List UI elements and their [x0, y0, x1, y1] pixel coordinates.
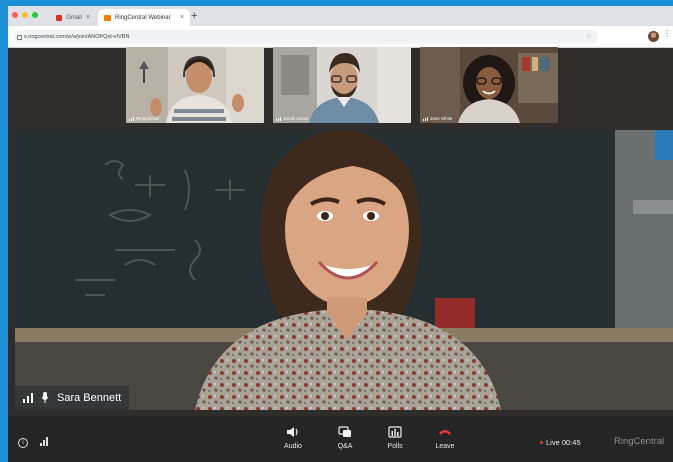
signal-icon	[423, 116, 428, 121]
info-icon[interactable]: i	[18, 438, 28, 448]
participant-label: Jacob Jones	[276, 116, 308, 121]
connection-signal-icon[interactable]	[40, 437, 48, 446]
bookmark-star-icon[interactable]: ☆	[586, 30, 592, 44]
signal-strength-icon	[23, 393, 33, 403]
gmail-icon	[56, 14, 63, 21]
close-tab-icon[interactable]: ×	[180, 14, 184, 21]
participant-tile[interactable]: Jane White	[420, 47, 558, 123]
participant-name: Jacob Jones	[283, 116, 309, 121]
tab-label: Gmail	[66, 14, 82, 21]
polls-button[interactable]: Polls	[377, 424, 413, 450]
url-text: s.ringcentral.com/w/a/join/ANOPQst-eIVBN	[24, 34, 130, 40]
audio-button[interactable]: Audio	[275, 424, 311, 450]
speaker-name: Sara Bennett	[57, 392, 122, 404]
participant-tile[interactable]: Ringcentral	[126, 47, 264, 123]
meeting-toolbar: i Audio Q&A Polls Leave Live 00:45 RingC…	[8, 416, 673, 462]
participant-video	[420, 47, 558, 123]
url-field[interactable]: s.ringcentral.com/w/a/join/ANOPQst-eIVBN…	[14, 30, 598, 44]
tab-label: RingCentral Webinar	[115, 14, 171, 21]
close-tab-icon[interactable]: ×	[86, 14, 90, 21]
leave-button[interactable]: Leave	[427, 424, 463, 450]
address-bar: s.ringcentral.com/w/a/join/ANOPQst-eIVBN…	[8, 26, 673, 48]
browser-window: Gmail × RingCentral Webinar × + s.ringce…	[8, 6, 673, 462]
browser-menu-icon[interactable]: ⋮	[663, 29, 671, 38]
signal-icon	[276, 116, 281, 121]
live-timer-text: Live 00:45	[546, 438, 581, 447]
participant-label: Ringcentral	[129, 116, 159, 121]
window-controls	[12, 12, 38, 18]
brand-logo: RingCentral	[614, 436, 665, 447]
close-window-button[interactable]	[12, 12, 18, 18]
leave-label: Leave	[435, 443, 455, 450]
qa-button[interactable]: Q&A	[327, 424, 363, 450]
qa-icon	[327, 424, 363, 440]
audio-label: Audio	[284, 443, 302, 450]
live-timer: Live 00:45	[540, 438, 581, 447]
tab-ringcentral-webinar[interactable]: RingCentral Webinar ×	[98, 9, 190, 26]
qa-label: Q&A	[337, 443, 353, 450]
microphone-icon	[41, 392, 49, 403]
speaker-name-tag: Sara Bennett	[15, 386, 130, 410]
speaker-icon	[275, 424, 311, 440]
hang-up-icon	[427, 424, 463, 440]
new-tab-button[interactable]: +	[191, 9, 197, 23]
tab-bar: Gmail × RingCentral Webinar × +	[8, 6, 673, 26]
lock-icon	[17, 35, 22, 40]
participant-name: Jane White	[430, 116, 453, 121]
speaker-video-frame	[15, 130, 673, 410]
maximize-window-button[interactable]	[32, 12, 38, 18]
ringcentral-icon	[104, 14, 111, 21]
main-speaker-video[interactable]: Sara Bennett	[15, 130, 673, 410]
polls-icon	[377, 424, 413, 440]
participant-tile[interactable]: Jacob Jones	[273, 47, 411, 123]
profile-avatar[interactable]	[648, 31, 659, 42]
participant-label: Jane White	[423, 116, 453, 121]
polls-label: Polls	[387, 443, 403, 450]
participant-video	[126, 47, 264, 123]
tab-gmail[interactable]: Gmail ×	[50, 9, 96, 26]
signal-icon	[129, 116, 134, 121]
minimize-window-button[interactable]	[22, 12, 28, 18]
live-indicator-dot	[540, 441, 543, 444]
participant-video	[273, 47, 411, 123]
participant-name: Ringcentral	[136, 116, 159, 121]
